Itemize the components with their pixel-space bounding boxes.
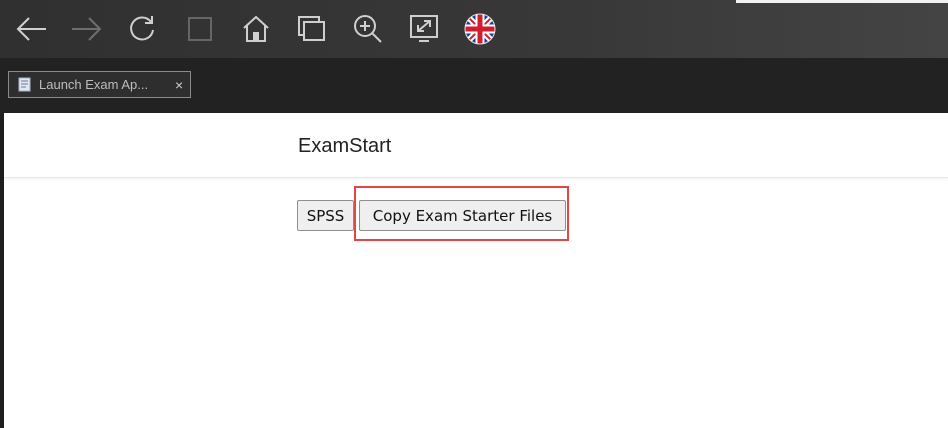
top-edge-strip (736, 0, 948, 3)
windows-icon (298, 16, 325, 41)
forward-button[interactable] (66, 8, 106, 50)
page-header: ExamStart (4, 113, 948, 178)
back-arrow-icon (16, 17, 46, 41)
zoom-in-icon (354, 15, 382, 43)
tab-launch-exam[interactable]: Launch Exam Ap... × (8, 71, 191, 98)
home-icon (243, 15, 269, 42)
language-button[interactable] (460, 8, 500, 50)
forward-arrow-icon (72, 17, 102, 41)
reload-icon (130, 16, 154, 41)
stop-button[interactable] (180, 8, 220, 50)
page-title: ExamStart (298, 135, 392, 157)
tab-close-icon[interactable]: × (175, 77, 183, 93)
tab-bar: Launch Exam Ap... × (0, 58, 948, 113)
document-icon (18, 77, 31, 92)
page-content: ExamStart SPSS Copy Exam Starter Files (4, 113, 948, 428)
stop-icon (188, 17, 212, 41)
reload-button[interactable] (122, 8, 162, 50)
uk-flag-icon (464, 13, 496, 45)
spss-button[interactable]: SPSS (297, 200, 354, 231)
browser-toolbar (0, 0, 948, 58)
highlight-box (354, 186, 569, 241)
fullscreen-button[interactable] (404, 8, 444, 50)
fullscreen-icon (410, 15, 438, 42)
tab-title: Launch Exam Ap... (39, 77, 149, 92)
home-button[interactable] (236, 8, 276, 50)
windows-button[interactable] (292, 8, 332, 50)
back-button[interactable] (12, 8, 52, 50)
zoom-button[interactable] (348, 8, 388, 50)
